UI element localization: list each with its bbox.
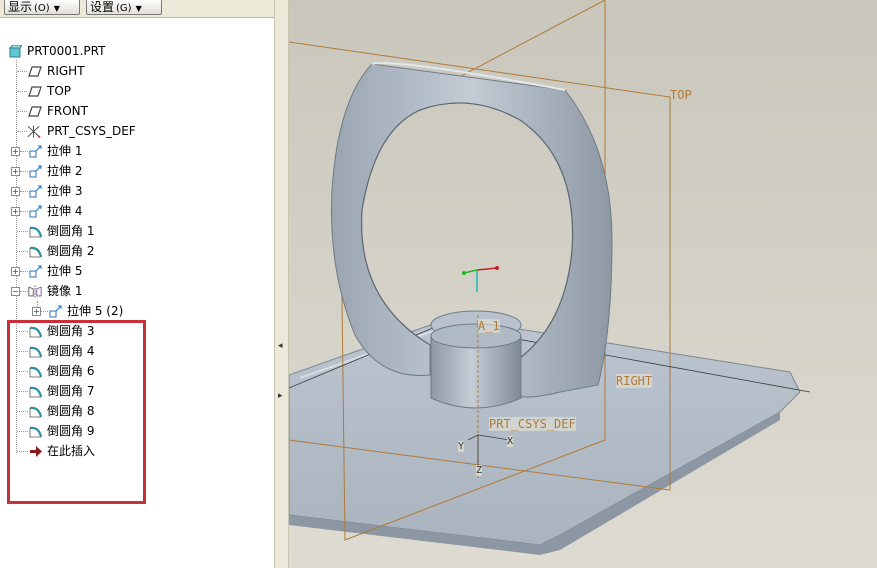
expand-toggle[interactable]: + [11, 167, 20, 176]
tree-item-extrude-5[interactable]: + 拉伸 5 [0, 261, 270, 281]
collapse-left-arrow-icon[interactable]: ◂ [278, 341, 283, 351]
tree-item-extrude-3[interactable]: + 拉伸 3 [0, 181, 270, 201]
tree-item-label: 拉伸 3 [47, 184, 83, 198]
datum-plane-icon [28, 106, 42, 117]
show-menu-label: 显示 [8, 0, 33, 14]
tree-item-label: PRT0001.PRT [27, 44, 106, 58]
tree-item-round-2[interactable]: 倒圆角 2 [0, 241, 270, 261]
extrude-icon [49, 305, 62, 318]
tree-item-label: 倒圆角 1 [47, 224, 95, 238]
extrude-icon [29, 185, 42, 198]
show-menu-button[interactable]: 显示 (O) ▼ [4, 0, 80, 15]
round-icon [29, 246, 43, 258]
csys-y-label: Y [458, 441, 465, 452]
tree-item-label: RIGHT [47, 64, 85, 78]
tree-item-label: FRONT [47, 104, 88, 118]
expand-right-arrow-icon[interactable]: ▸ [278, 391, 283, 401]
round-icon [29, 226, 43, 238]
part-icon [8, 45, 22, 58]
expand-toggle[interactable]: + [11, 187, 20, 196]
extrude-icon [29, 165, 42, 178]
tree-item-extrude-4[interactable]: + 拉伸 4 [0, 201, 270, 221]
model-tree-panel: 显示(O)▼ 设置(G)▼ PRT0001.PRT RIGHT TOP [0, 0, 274, 568]
datum-label-axis: A_1 [478, 319, 500, 333]
tree-item-label: 倒圆角 2 [47, 244, 95, 258]
datum-plane-icon [28, 66, 42, 77]
tree-item-label: 拉伸 2 [47, 164, 83, 178]
datum-label-top: TOP [670, 88, 692, 102]
datum-label-right: RIGHT [616, 374, 653, 388]
pane-splitter[interactable]: ◂ ▸ [274, 0, 289, 568]
settings-menu-label: 设置 [90, 0, 115, 14]
tree-item-root[interactable]: PRT0001.PRT [0, 41, 270, 61]
datum-label-csys: PRT_CSYS_DEF [489, 417, 576, 431]
chevron-down-icon: ▼ [53, 4, 60, 13]
csys-z-label: Z [476, 465, 483, 476]
extrude-icon [29, 265, 42, 278]
show-menu-key: (O) [34, 3, 50, 14]
graphics-viewport[interactable]: TOP RIGHT PRT_CSYS_DEF A_1 Y X Z [289, 0, 877, 568]
chevron-down-icon: ▼ [135, 4, 142, 13]
mirror-icon [28, 285, 42, 298]
tree-item-label: 拉伸 1 [47, 144, 83, 158]
model-tree-toolbar: 显示 (O) ▼ 设置 (G) ▼ [0, 0, 274, 18]
tree-item-label: 拉伸 5 [47, 264, 83, 278]
extrude-icon [29, 145, 42, 158]
extrude-icon [29, 205, 42, 218]
tree-item-extrude-1[interactable]: + 拉伸 1 [0, 141, 270, 161]
tree-item-csys[interactable]: PRT_CSYS_DEF [0, 121, 270, 141]
expand-toggle[interactable]: + [11, 267, 20, 276]
settings-menu-button[interactable]: 设置 (G) ▼ [86, 0, 162, 15]
tree-item-label: 拉伸 4 [47, 204, 83, 218]
tree-item-top[interactable]: TOP [0, 81, 270, 101]
tree-item-mirror-1[interactable]: − 镜像 1 [0, 281, 270, 301]
expand-toggle[interactable]: + [11, 207, 20, 216]
tree-item-label: 镜像 1 [47, 284, 83, 298]
coordinate-system-icon [27, 125, 41, 138]
settings-menu-key: (G) [116, 3, 132, 14]
datum-plane-icon [28, 86, 42, 97]
tree-item-extrude-2[interactable]: + 拉伸 2 [0, 161, 270, 181]
tree-item-label: PRT_CSYS_DEF [47, 124, 136, 138]
tree-item-right[interactable]: RIGHT [0, 61, 270, 81]
tree-item-round-1[interactable]: 倒圆角 1 [0, 221, 270, 241]
expand-toggle[interactable]: + [11, 147, 20, 156]
highlight-box [7, 320, 146, 504]
tree-item-label: TOP [47, 84, 72, 98]
expand-toggle[interactable]: + [32, 307, 41, 316]
tree-item-label: 拉伸 5 (2) [67, 304, 124, 318]
tree-item-extrude-5-copy[interactable]: + 拉伸 5 (2) [0, 301, 270, 321]
collapse-toggle[interactable]: − [11, 287, 20, 296]
csys-x-label: X [507, 436, 514, 447]
tree-item-front[interactable]: FRONT [0, 101, 270, 121]
model-3d-view [289, 0, 811, 555]
